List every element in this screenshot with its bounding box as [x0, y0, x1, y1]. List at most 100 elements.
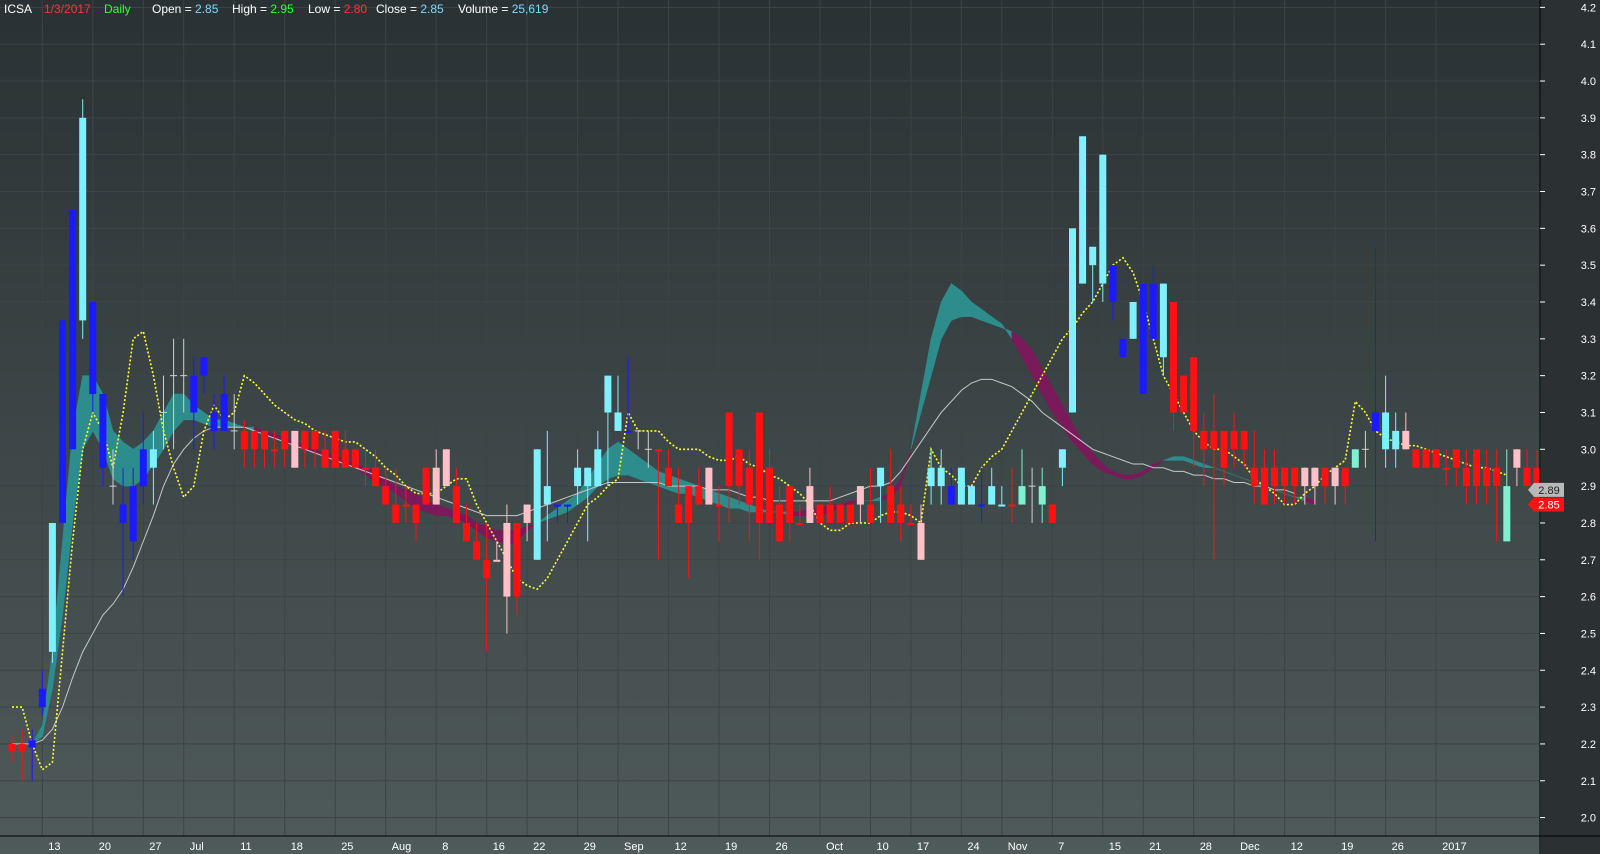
candle-body: [190, 375, 198, 413]
y-tick-label: 3.9: [1581, 113, 1596, 125]
candle: [1119, 338, 1127, 358]
candle-body: [1119, 338, 1127, 358]
x-tick-label: Oct: [826, 841, 843, 853]
candle-body: [1442, 467, 1450, 470]
candle-body: [463, 522, 470, 542]
y-tick-label: 3.4: [1581, 297, 1596, 309]
candle-body: [1170, 301, 1177, 413]
candle-body: [614, 412, 622, 431]
candle-body: [18, 743, 26, 752]
candle-body: [877, 467, 885, 487]
candle-body: [665, 467, 672, 487]
candle-body: [69, 209, 77, 450]
candle-body: [1220, 430, 1228, 468]
candle-body: [1523, 467, 1531, 487]
candle-body: [1321, 467, 1329, 487]
candle-body: [321, 449, 329, 468]
symbol-label: ICSA: [4, 2, 33, 16]
y-tick-label: 3.3: [1581, 334, 1596, 346]
x-tick-label: 20: [99, 841, 111, 853]
high-label: High =: [232, 2, 271, 16]
y-tick-label: 4.1: [1581, 39, 1596, 51]
candle-body: [654, 449, 662, 452]
candle-body: [210, 412, 218, 431]
candle-body: [826, 504, 834, 523]
candle-body: [1099, 154, 1107, 284]
candle-body: [351, 449, 359, 468]
x-tick-label: 19: [725, 841, 737, 853]
candle: [1048, 504, 1056, 523]
x-tick-label: 13: [48, 841, 60, 853]
candle-body: [584, 467, 592, 487]
high-value: 2.95: [270, 2, 294, 16]
price-tag-red: 2.85: [1528, 497, 1564, 512]
candle: [836, 504, 844, 523]
candle: [957, 467, 965, 505]
candle-body: [483, 559, 491, 579]
candle-body: [1260, 467, 1268, 505]
candle-body: [978, 504, 986, 507]
candle-body: [473, 541, 481, 560]
candle-body: [261, 430, 268, 450]
price-tag-label: 2.85: [1538, 500, 1559, 512]
candle-body: [947, 486, 955, 505]
x-tick-label: 11: [240, 841, 251, 853]
candle-body: [119, 504, 127, 523]
candle-body: [846, 504, 854, 523]
candle-body: [1331, 467, 1339, 487]
open-container: Open = 2.85: [152, 2, 218, 16]
candle-body: [1018, 486, 1026, 505]
period-container: Daily: [104, 2, 131, 16]
candle: [442, 449, 450, 487]
period-label: Daily: [104, 2, 131, 16]
candle-body: [59, 320, 66, 523]
x-tick-label: Jul: [190, 841, 204, 853]
y-axis-panel: [1541, 0, 1600, 854]
x-tick-label: 19: [1341, 841, 1353, 853]
candle-body: [1382, 412, 1390, 450]
candle-body: [1311, 467, 1319, 487]
candle-body: [301, 430, 309, 450]
candle-body: [79, 117, 87, 321]
candle: [1079, 136, 1087, 284]
candle-body: [1079, 136, 1087, 284]
candle: [422, 467, 430, 505]
volume-label: Volume =: [458, 2, 512, 16]
candle: [1432, 449, 1440, 468]
candle: [1099, 154, 1107, 302]
candle: [1351, 449, 1359, 468]
candle-body: [766, 467, 773, 523]
candle: [1069, 228, 1076, 413]
candle-body: [1129, 301, 1137, 339]
price-tag-grey: 2.89: [1528, 482, 1564, 497]
candle-body: [1180, 375, 1188, 413]
candle-body: [48, 522, 56, 652]
x-tick-label: Nov: [1008, 841, 1028, 853]
x-tick-label: Aug: [392, 841, 412, 853]
candle-body: [1422, 449, 1430, 468]
x-tick-label: 16: [493, 841, 505, 853]
candle-body: [513, 522, 521, 597]
candle-body: [705, 467, 713, 505]
candle-body: [735, 449, 743, 487]
candle-body: [1473, 449, 1480, 487]
candle-body: [856, 486, 864, 505]
candle-body: [139, 449, 147, 487]
candle-body: [685, 486, 693, 523]
candle-body: [28, 740, 36, 748]
candle-body: [1149, 283, 1157, 339]
candle-body: [594, 449, 602, 487]
y-tick-label: 3.8: [1581, 150, 1596, 162]
candle-body: [493, 559, 501, 562]
y-tick-label: 4.0: [1581, 76, 1596, 88]
candle-body: [1483, 467, 1491, 487]
candle-body: [1038, 486, 1046, 505]
candle-body: [927, 467, 935, 487]
candle-body: [907, 522, 915, 525]
low-container: Low = 2.80: [308, 2, 367, 16]
candle-body: [1392, 430, 1400, 450]
candle: [846, 504, 854, 523]
candle-body: [816, 504, 824, 523]
low-label: Low =: [308, 2, 344, 16]
candle-body: [543, 486, 551, 505]
